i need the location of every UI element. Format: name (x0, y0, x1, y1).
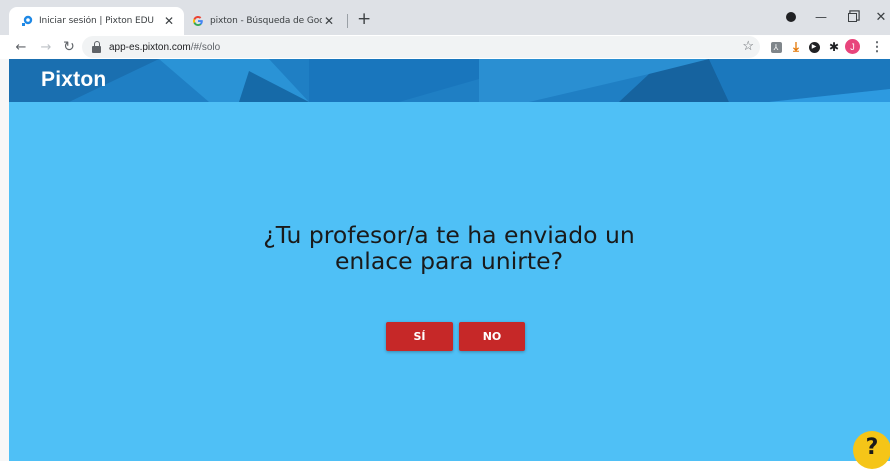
extension-pdf-icon[interactable]: ⅄ (768, 39, 784, 55)
profile-avatar[interactable]: J (845, 39, 860, 54)
forward-arrow-icon[interactable]: → (39, 37, 53, 57)
header-geometric-pattern (9, 59, 890, 102)
download-icon[interactable]: ⤓ (788, 39, 804, 55)
record-icon[interactable] (784, 6, 798, 28)
extension-circle-icon[interactable]: ▶ (806, 39, 822, 55)
address-bar[interactable]: app-es.pixton.com/#/solo ☆ (82, 36, 760, 58)
lock-icon[interactable] (92, 41, 101, 53)
back-arrow-icon[interactable]: ← (14, 37, 28, 57)
more-options-icon[interactable]: ⋮ (871, 38, 884, 56)
minimize-icon[interactable]: — (813, 6, 829, 28)
join-link-question: ¿Tu profesor/a te ha enviado un enlace p… (263, 221, 635, 275)
main-content: ¿Tu profesor/a te ha enviado un enlace p… (9, 102, 890, 469)
yes-button[interactable]: SÍ (386, 322, 453, 351)
no-button[interactable]: NO (459, 322, 525, 351)
tab-separator (347, 14, 348, 28)
restore-icon[interactable] (845, 6, 859, 28)
tab-google[interactable]: pixton - Búsqueda de Google ✕ (184, 7, 344, 35)
extensions-puzzle-icon[interactable]: ✱ (826, 39, 842, 55)
page-viewport: Pixton ¿Tu profesor/a te ha enviado un e… (0, 59, 890, 469)
tab-close-icon[interactable]: ✕ (322, 14, 336, 28)
pixton-favicon-icon (22, 15, 33, 26)
browser-toolbar: ← → ↻ app-es.pixton.com/#/solo ☆ ⅄ ⤓ ▶ ✱… (0, 35, 890, 59)
page-left-edge (0, 59, 9, 461)
help-button[interactable]: ? (853, 431, 890, 469)
tab-close-icon[interactable]: ✕ (162, 14, 176, 28)
tab-title: Iniciar sesión | Pixton EDU (39, 16, 154, 26)
pixton-logo[interactable]: Pixton (41, 68, 106, 92)
browser-tab-strip: Iniciar sesión | Pixton EDU ✕ pixton - B… (0, 0, 890, 35)
pixton-header: Pixton (9, 59, 890, 102)
google-favicon-icon (193, 16, 203, 26)
url-text: app-es.pixton.com/#/solo (109, 41, 221, 53)
tab-title: pixton - Búsqueda de Google (210, 16, 322, 26)
window-close-icon[interactable]: ✕ (874, 6, 888, 28)
new-tab-plus-icon[interactable]: + (357, 9, 371, 29)
bookmark-star-icon[interactable]: ☆ (742, 38, 754, 54)
tab-pixton[interactable]: Iniciar sesión | Pixton EDU ✕ (9, 7, 184, 35)
reload-icon[interactable]: ↻ (62, 37, 76, 57)
